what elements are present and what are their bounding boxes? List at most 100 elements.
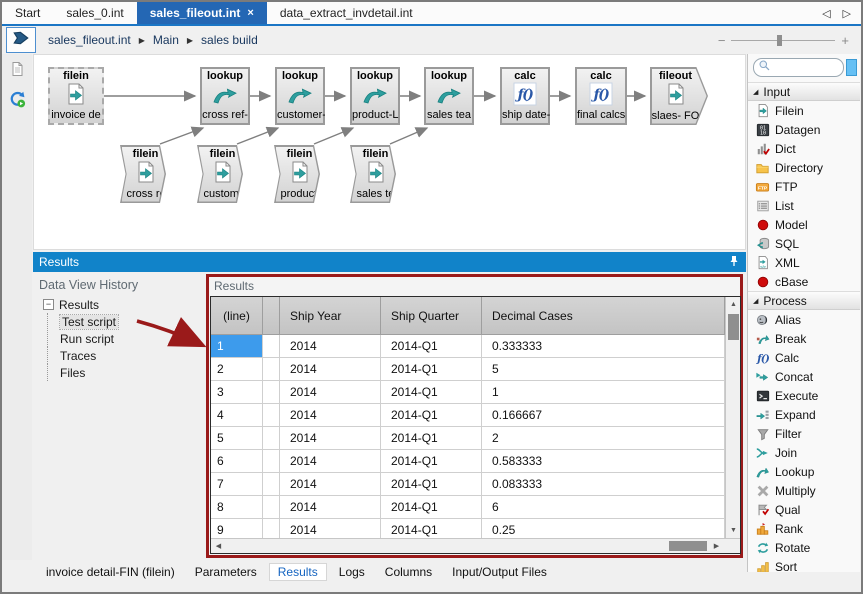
tree-item-files[interactable]: Files: [60, 364, 118, 381]
column-header-ship-year[interactable]: Ship Year: [280, 297, 381, 335]
horizontal-scrollbar[interactable]: ◀ ▶: [211, 538, 740, 553]
tab-data-extract-invdetail-int[interactable]: data_extract_invdetail.int: [267, 2, 426, 24]
canvas-node-cross-ref[interactable]: lookupcross ref-: [200, 67, 250, 125]
palette-item-join[interactable]: Join: [748, 443, 860, 462]
table-row[interactable]: 3 20142014-Q11: [211, 381, 725, 404]
run-button[interactable]: [6, 27, 36, 53]
palette-section-header-input[interactable]: ◢Input: [748, 82, 860, 101]
dataflow-canvas[interactable]: fileininvoice de lookupcross ref-lookupcu…: [33, 54, 746, 250]
palette-item-execute[interactable]: Execute: [748, 386, 860, 405]
canvas-node-product-l[interactable]: lookupproduct-L: [350, 67, 400, 125]
scroll-left-icon[interactable]: ◀: [211, 539, 226, 553]
pin-icon[interactable]: [728, 255, 740, 270]
palette-item-ftp[interactable]: FTPFTP: [748, 177, 860, 196]
vertical-scrollbar[interactable]: ▲ ▼: [725, 297, 740, 538]
palette-item-rank[interactable]: Rank: [748, 519, 860, 538]
line-number-cell[interactable]: 4: [211, 404, 263, 427]
tab-start[interactable]: Start: [2, 2, 53, 24]
palette-item-xml[interactable]: </>XML: [748, 253, 860, 272]
scroll-up-icon[interactable]: ▲: [726, 297, 741, 312]
palette-item-multiply[interactable]: Multiply: [748, 481, 860, 500]
table-cell[interactable]: 0.083333: [482, 473, 725, 496]
table-row[interactable]: 520142014-Q12: [211, 427, 725, 450]
line-number-cell[interactable]: 8: [211, 496, 263, 519]
table-cell[interactable]: 0.166667: [482, 404, 725, 427]
canvas-node-cross-ref[interactable]: fileincross ref-: [120, 145, 166, 203]
canvas-node-slaes-fo[interactable]: fileoutslaes- FO: [650, 67, 708, 125]
table-row[interactable]: 6 20142014-Q10.583333: [211, 450, 725, 473]
palette-item-concat[interactable]: Concat: [748, 367, 860, 386]
breadcrumb-segment[interactable]: sales_fileout.int: [48, 33, 131, 47]
tree-item-run-script[interactable]: Run script: [60, 330, 118, 347]
canvas-node-invoice-de[interactable]: fileininvoice de: [48, 67, 104, 125]
bottom-tab-parameters[interactable]: Parameters: [187, 564, 265, 580]
zoom-slider-thumb[interactable]: [777, 35, 782, 46]
line-number-cell[interactable]: 2: [211, 358, 263, 381]
table-cell[interactable]: [263, 427, 280, 450]
palette-item-expand[interactable]: Expand: [748, 405, 860, 424]
palette-item-list[interactable]: List: [748, 196, 860, 215]
zoom-out-button[interactable]: −: [718, 33, 726, 48]
palette-item-filter[interactable]: Filter: [748, 424, 860, 443]
canvas-node-sales-tea[interactable]: fileinsales tea: [350, 145, 396, 203]
table-cell[interactable]: 2014: [280, 404, 381, 427]
bottom-tab-columns[interactable]: Columns: [377, 564, 440, 580]
tree-item-results[interactable]: −Results: [43, 296, 118, 313]
table-cell[interactable]: 0.583333: [482, 450, 725, 473]
table-cell[interactable]: [263, 335, 280, 358]
tab-sales-0-int[interactable]: sales_0.int: [53, 2, 136, 24]
search-filter-button[interactable]: [846, 59, 857, 76]
search-input[interactable]: [774, 61, 838, 75]
tree-expander-icon[interactable]: −: [43, 299, 54, 310]
table-cell[interactable]: 2014-Q1: [381, 450, 482, 473]
table-cell[interactable]: 2014-Q1: [381, 496, 482, 519]
line-number-cell[interactable]: 6: [211, 450, 263, 473]
scroll-down-icon[interactable]: ▼: [726, 523, 741, 538]
table-cell[interactable]: [263, 450, 280, 473]
rerun-history-button[interactable]: [6, 90, 28, 112]
table-cell[interactable]: 2014: [280, 427, 381, 450]
column-header-decimal-cases[interactable]: Decimal Cases: [482, 297, 725, 335]
vertical-scroll-thumb[interactable]: [728, 314, 739, 340]
canvas-node-customer[interactable]: fileincustomer-: [197, 145, 243, 203]
table-row[interactable]: 8 20142014-Q16: [211, 496, 725, 519]
table-cell[interactable]: 2: [482, 427, 725, 450]
table-cell[interactable]: [263, 496, 280, 519]
column-header-line[interactable]: (line): [211, 297, 263, 335]
palette-item-lookup[interactable]: Lookup: [748, 462, 860, 481]
palette-item-qual[interactable]: Qual: [748, 500, 860, 519]
table-cell[interactable]: 1: [482, 381, 725, 404]
scroll-right-icon[interactable]: ▶: [709, 539, 724, 553]
palette-item-break[interactable]: Break: [748, 329, 860, 348]
bottom-tab-input-output-files[interactable]: Input/Output Files: [444, 564, 555, 580]
canvas-node-final-calcs[interactable]: calcƒ()final calcs: [575, 67, 627, 125]
horizontal-scroll-thumb[interactable]: [669, 541, 707, 551]
search-box[interactable]: [753, 58, 844, 77]
table-cell[interactable]: 6: [482, 496, 725, 519]
canvas-node-ship-date[interactable]: calcƒ()ship date-: [500, 67, 550, 125]
table-cell[interactable]: 2014-Q1: [381, 404, 482, 427]
canvas-node-product-fi[interactable]: fileinproduct-FI: [274, 145, 320, 203]
table-cell[interactable]: [263, 381, 280, 404]
line-number-cell[interactable]: 3: [211, 381, 263, 404]
palette-item-dict[interactable]: Dict: [748, 139, 860, 158]
column-header-item[interactable]: [263, 297, 280, 335]
table-cell[interactable]: 2014: [280, 381, 381, 404]
table-cell[interactable]: 2014: [280, 496, 381, 519]
table-cell[interactable]: [263, 358, 280, 381]
column-header-ship-quarter[interactable]: Ship Quarter: [381, 297, 482, 335]
table-cell[interactable]: 2014-Q1: [381, 381, 482, 404]
bottom-tab-results[interactable]: Results: [269, 563, 327, 581]
line-number-cell[interactable]: 1: [211, 335, 263, 358]
tree-item-traces[interactable]: Traces: [60, 347, 118, 364]
table-row[interactable]: 220142014-Q15: [211, 358, 725, 381]
canvas-node-customer[interactable]: lookupcustomer-: [275, 67, 325, 125]
table-cell[interactable]: [263, 473, 280, 496]
breadcrumb-segment[interactable]: sales build: [201, 33, 258, 47]
palette-item-calc[interactable]: ƒ()Calc: [748, 348, 860, 367]
bottom-tab-logs[interactable]: Logs: [331, 564, 373, 580]
table-cell[interactable]: 2014: [280, 450, 381, 473]
table-cell[interactable]: 5: [482, 358, 725, 381]
bottom-tab-invoice-detail-fin-filein[interactable]: invoice detail-FIN (filein): [38, 564, 183, 580]
palette-item-model[interactable]: Model: [748, 215, 860, 234]
